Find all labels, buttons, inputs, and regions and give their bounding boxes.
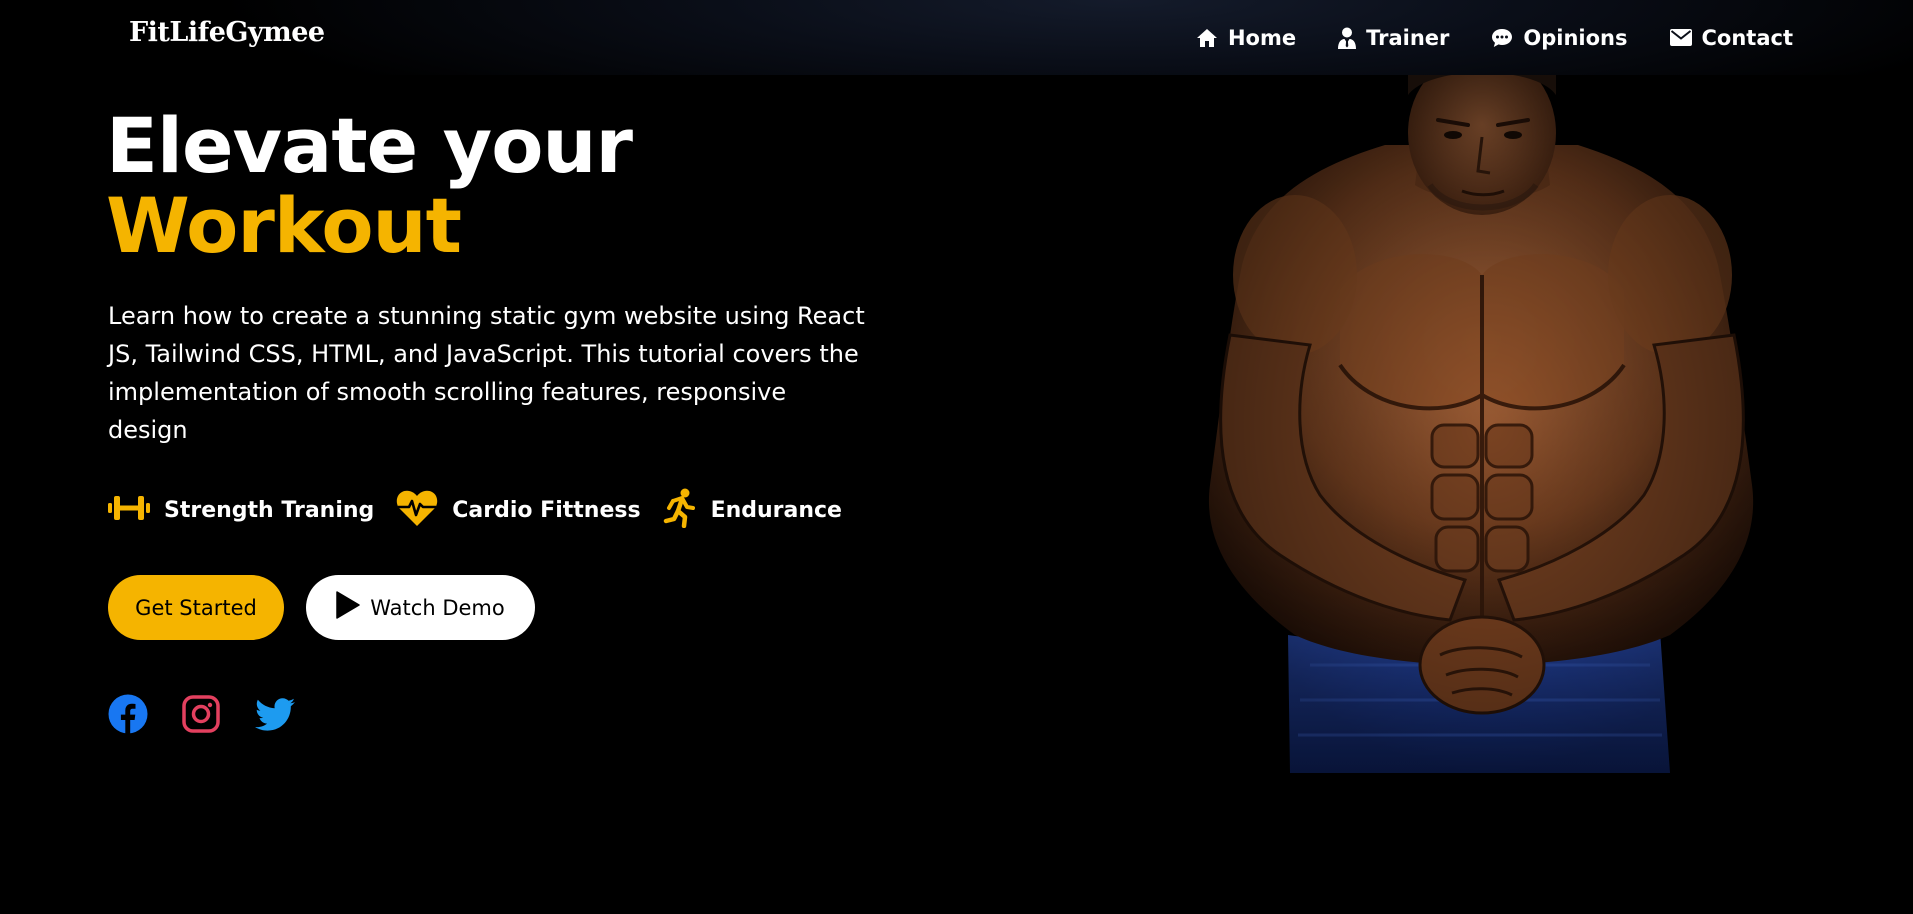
- hero-title-line1: Elevate your: [106, 101, 633, 190]
- feature-strength-label: Strength Traning: [164, 497, 375, 523]
- nav-trainer-label: Trainer: [1366, 25, 1450, 50]
- feature-endurance: Endurance: [663, 488, 842, 532]
- hero-athlete-image: [1200, 51, 1780, 773]
- play-icon: [336, 591, 361, 624]
- nav-home-link[interactable]: Home: [1196, 26, 1296, 50]
- nav-opinions-link[interactable]: Opinions: [1491, 25, 1628, 50]
- dumbbell-icon: [108, 492, 150, 528]
- user-tie-icon: [1338, 27, 1357, 49]
- comment-icon: [1491, 28, 1513, 48]
- instagram-icon[interactable]: [181, 694, 221, 734]
- home-icon: [1196, 28, 1218, 48]
- social-links: [108, 694, 295, 734]
- hero-description: Learn how to create a stunning static gy…: [108, 302, 865, 444]
- brand-logo[interactable]: FitLifeGymee: [129, 17, 325, 48]
- nav-contact-label: Contact: [1701, 25, 1794, 50]
- nav-contact-link[interactable]: Contact: [1669, 25, 1794, 50]
- nav-home-label: Home: [1227, 25, 1297, 50]
- twitter-icon[interactable]: [254, 694, 295, 734]
- hero-headline: Elevate your Workout: [106, 101, 633, 270]
- heartbeat-icon: [396, 489, 438, 531]
- hero-buttons: Get Started Watch Demo: [108, 575, 535, 640]
- watch-demo-button[interactable]: Watch Demo: [306, 575, 535, 640]
- feature-cardio-label: Cardio Fittness: [452, 497, 641, 523]
- nav-opinions-label: Opinions: [1523, 25, 1628, 50]
- get-started-button[interactable]: Get Started: [108, 575, 284, 640]
- feature-strength: Strength Traning: [108, 492, 374, 528]
- facebook-icon[interactable]: [108, 694, 148, 734]
- feature-cardio: Cardio Fittness: [396, 489, 641, 531]
- running-icon: [663, 488, 697, 532]
- navbar: FitLifeGymee Home Trainer Opinions Conta…: [0, 0, 1913, 75]
- watch-demo-label: Watch Demo: [370, 595, 505, 620]
- feature-list: Strength Traning Cardio Fittness Enduran…: [108, 488, 842, 532]
- feature-endurance-label: Endurance: [710, 497, 842, 523]
- hero-title-line2: Workout: [106, 181, 462, 270]
- envelope-icon: [1669, 29, 1692, 46]
- nav-links: Home Trainer Opinions Contact: [1196, 0, 1793, 75]
- nav-trainer-link[interactable]: Trainer: [1338, 26, 1449, 50]
